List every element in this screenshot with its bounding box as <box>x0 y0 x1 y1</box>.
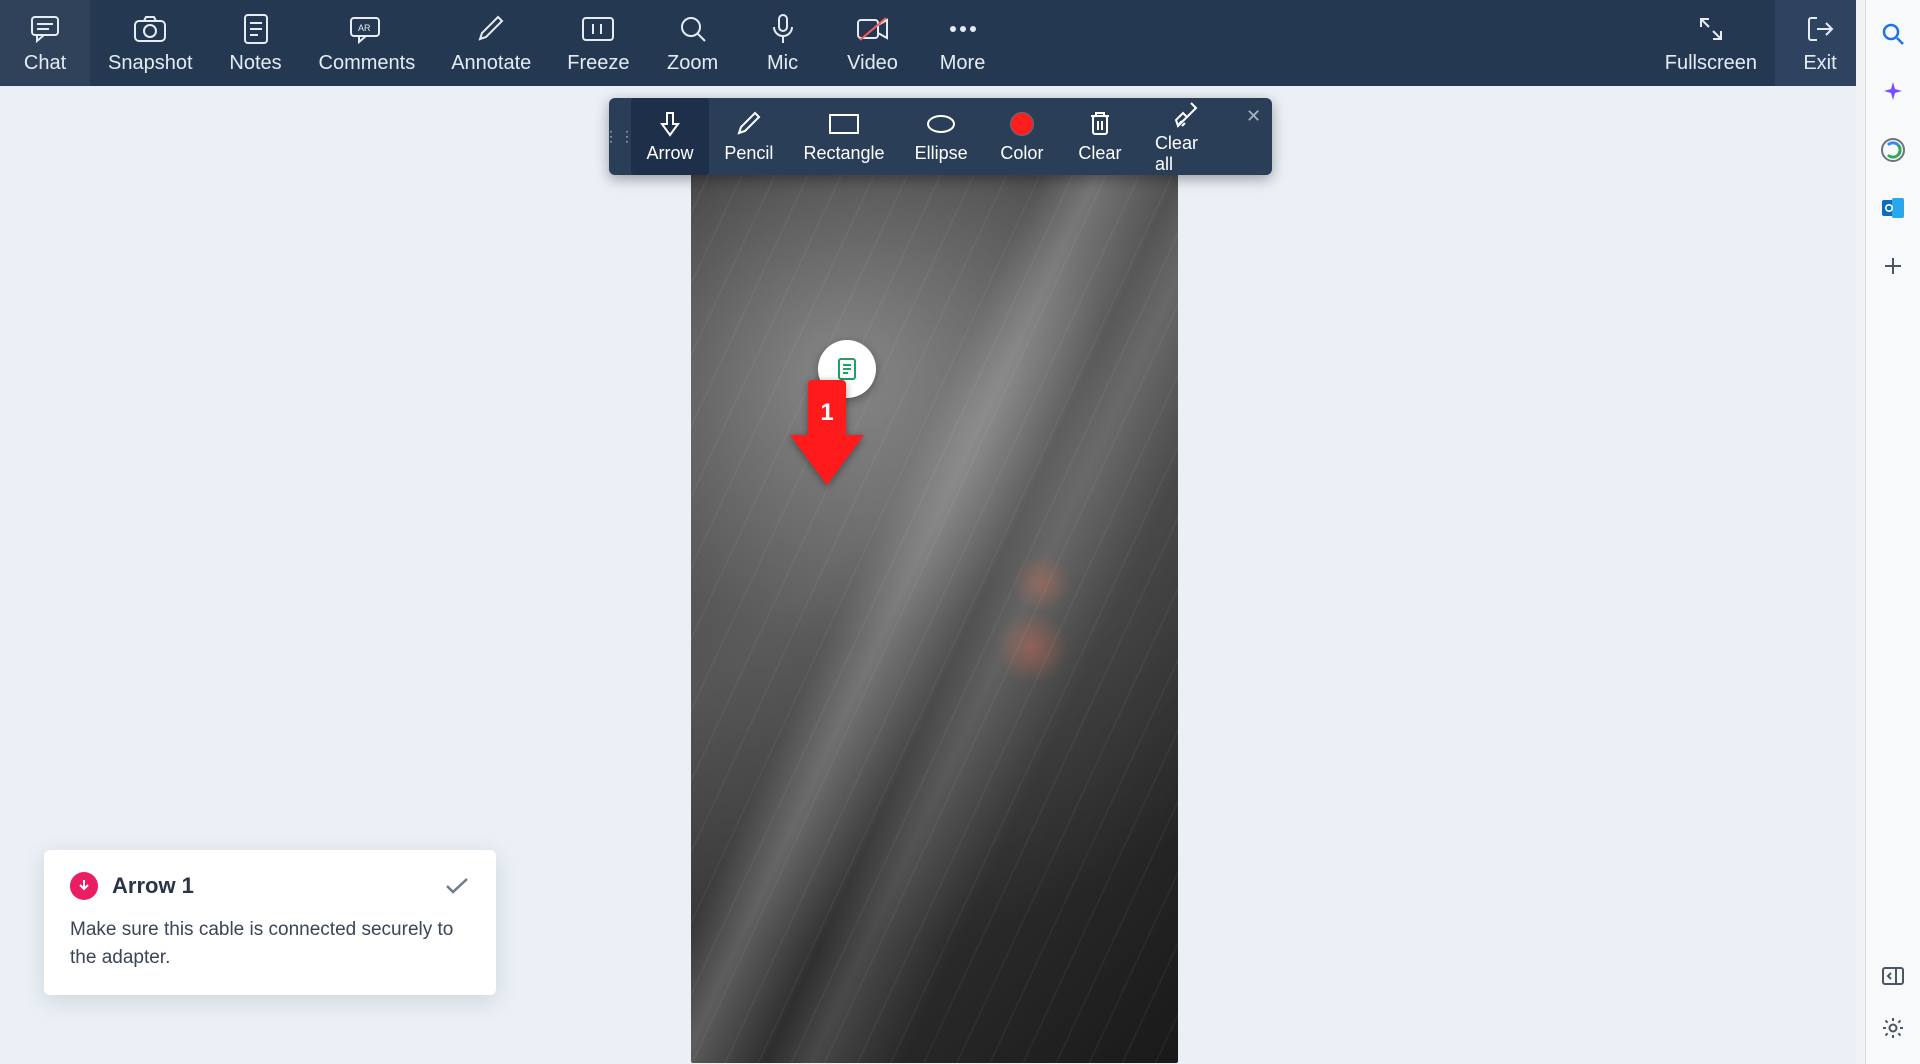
zoom-button[interactable]: Zoom <box>648 0 738 86</box>
tool-pencil-button[interactable]: Pencil <box>709 98 789 175</box>
search-icon <box>1881 22 1905 46</box>
annotate-toolbar-close-button[interactable]: ✕ <box>1235 98 1272 175</box>
mic-label: Mic <box>767 52 798 75</box>
notes-label: Notes <box>229 52 281 75</box>
video-label: Video <box>847 52 898 75</box>
fullscreen-label: Fullscreen <box>1665 52 1757 75</box>
mic-button[interactable]: Mic <box>738 0 828 86</box>
more-button[interactable]: More <box>918 0 1008 86</box>
comments-icon: AR <box>349 12 385 46</box>
chat-icon <box>29 12 61 46</box>
rail-bottom-group <box>1877 960 1909 1064</box>
rail-settings-button[interactable] <box>1877 1012 1909 1044</box>
check-icon <box>444 876 470 896</box>
copilot-icon <box>1880 137 1906 163</box>
tool-rectangle-label: Rectangle <box>804 143 885 164</box>
note-doc-icon <box>833 355 861 383</box>
freeze-label: Freeze <box>567 52 629 75</box>
snapshot-label: Snapshot <box>108 52 193 75</box>
sparkle-icon <box>1881 80 1905 104</box>
annotation-note-badge[interactable] <box>818 340 876 398</box>
main-toolbar: Chat Snapshot Notes <box>0 0 1865 86</box>
fullscreen-icon <box>1697 12 1725 46</box>
snapshot-button[interactable]: Snapshot <box>90 0 211 86</box>
trash-icon <box>1088 109 1112 139</box>
tool-color-button[interactable]: Color <box>983 98 1061 175</box>
rail-copilot-button[interactable] <box>1877 134 1909 166</box>
close-icon: ✕ <box>1246 106 1261 127</box>
pencil-icon <box>736 109 762 139</box>
mic-icon <box>770 12 796 46</box>
rectangle-icon <box>828 109 860 139</box>
tool-clearall-button[interactable]: Clear all <box>1139 98 1235 175</box>
annotate-toolbar-drag-handle[interactable]: ⋮⋮ <box>609 98 631 175</box>
content-scrollbar[interactable] <box>1856 0 1865 1064</box>
rail-panel-toggle-button[interactable] <box>1877 960 1909 992</box>
annotate-button[interactable]: Annotate <box>433 0 549 86</box>
tool-pencil-label: Pencil <box>724 143 773 164</box>
rail-search-button[interactable] <box>1877 18 1909 50</box>
fullscreen-button[interactable]: Fullscreen <box>1647 0 1775 86</box>
annotation-card-confirm-button[interactable] <box>444 876 470 896</box>
camera-icon <box>133 12 167 46</box>
tool-arrow-label: Arrow <box>647 143 694 164</box>
tool-clear-label: Clear <box>1078 143 1121 164</box>
app-root: Chat Snapshot Notes <box>0 0 1920 1064</box>
freeze-icon <box>581 12 615 46</box>
tool-clear-button[interactable]: Clear <box>1061 98 1139 175</box>
chat-button[interactable]: Chat <box>0 0 90 86</box>
exit-label: Exit <box>1803 52 1836 75</box>
zoom-label: Zoom <box>667 52 718 75</box>
rail-sparkle-button[interactable] <box>1877 76 1909 108</box>
notes-button[interactable]: Notes <box>211 0 301 86</box>
panel-toggle-icon <box>1882 967 1904 985</box>
annotation-card-body: Make sure this cable is connected secure… <box>70 916 470 971</box>
more-icon <box>948 12 978 46</box>
tool-rectangle-button[interactable]: Rectangle <box>789 98 900 175</box>
annotate-icon <box>476 12 506 46</box>
arrow-down-icon <box>658 109 682 139</box>
video-button[interactable]: Video <box>828 0 918 86</box>
browser-side-rail <box>1865 0 1920 1064</box>
main-toolbar-left: Chat Snapshot Notes <box>0 0 1008 86</box>
tool-ellipse-button[interactable]: Ellipse <box>899 98 983 175</box>
rail-outlook-button[interactable] <box>1877 192 1909 224</box>
plus-icon <box>1883 256 1903 276</box>
notes-icon <box>242 12 270 46</box>
color-swatch-icon <box>1011 109 1033 139</box>
annotation-card-title: Arrow 1 <box>112 873 194 899</box>
annotation-card-header: Arrow 1 <box>70 872 470 900</box>
tool-ellipse-label: Ellipse <box>915 143 968 164</box>
exit-icon <box>1805 12 1835 46</box>
main-toolbar-right: Fullscreen Exit <box>1647 0 1865 86</box>
ellipse-icon <box>925 109 957 139</box>
rail-add-button[interactable] <box>1877 250 1909 282</box>
annotate-toolbar: ⋮⋮ Arrow Pencil Rectangle <box>609 98 1272 175</box>
outlook-icon <box>1880 195 1906 221</box>
remote-video-frame[interactable] <box>691 140 1178 1063</box>
tool-color-label: Color <box>1000 143 1043 164</box>
comments-button[interactable]: AR Comments <box>301 0 434 86</box>
broom-icon <box>1173 99 1201 129</box>
svg-text:AR: AR <box>358 23 371 33</box>
exit-button[interactable]: Exit <box>1775 0 1865 86</box>
more-label: More <box>940 52 986 75</box>
annotation-detail-card: Arrow 1 Make sure this cable is connecte… <box>44 850 496 995</box>
gear-icon <box>1882 1017 1904 1039</box>
tool-arrow-button[interactable]: Arrow <box>631 98 709 175</box>
comments-label: Comments <box>319 52 416 75</box>
annotation-card-type-icon <box>70 872 98 900</box>
tool-clearall-label: Clear all <box>1155 133 1219 175</box>
annotate-label: Annotate <box>451 52 531 75</box>
video-off-icon <box>856 12 890 46</box>
chat-label: Chat <box>24 52 66 75</box>
zoom-icon <box>678 12 708 46</box>
freeze-button[interactable]: Freeze <box>549 0 647 86</box>
